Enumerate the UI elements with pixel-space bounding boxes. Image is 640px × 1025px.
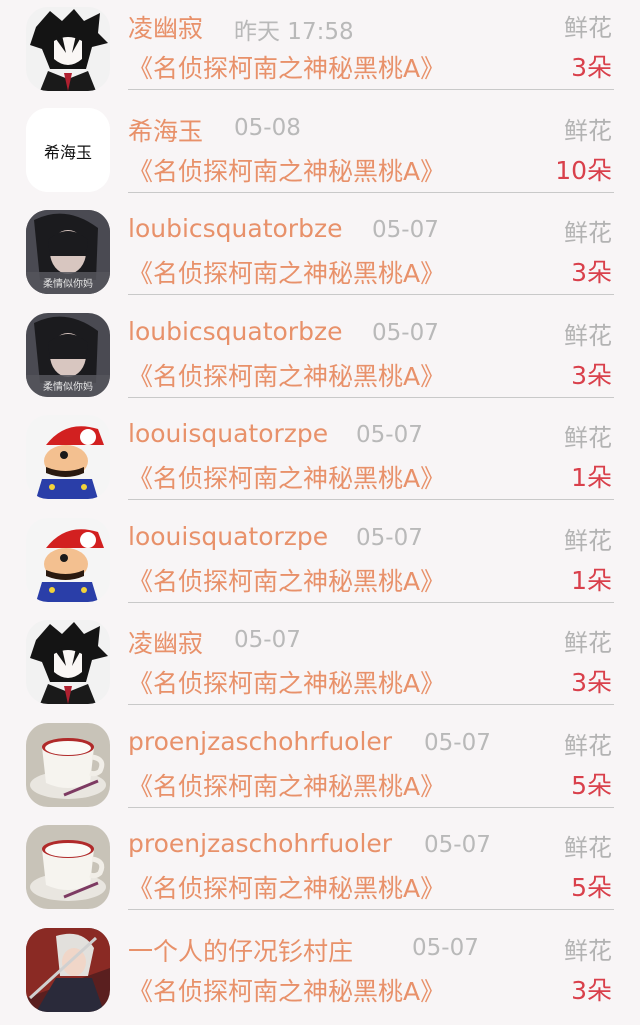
gift-record-row[interactable]: 凌幽寂 05-07 《名侦探柯南之神秘黑桃A》 鲜花 3朵 [0, 615, 640, 718]
gift-count: 3朵 [571, 48, 612, 84]
gift-type-label: 鲜花 [564, 726, 612, 761]
row-divider [128, 499, 614, 500]
avatar-coffee-cup[interactable] [26, 825, 110, 909]
gift-type-label: 鲜花 [564, 8, 612, 43]
row-divider [128, 294, 614, 295]
gift-date: 05-08 [234, 115, 301, 141]
gift-date: 05-07 [234, 627, 301, 653]
gift-record-row[interactable]: 凌幽寂 昨天 17:58 《名侦探柯南之神秘黑桃A》 鲜花 3朵 [0, 0, 640, 103]
svg-text:柔情似你妈: 柔情似你妈 [43, 380, 93, 393]
username[interactable]: loubicsquatorbze [128, 317, 342, 346]
gift-record-row[interactable]: 希海玉 希海玉 05-08 《名侦探柯南之神秘黑桃A》 鲜花 10朵 [0, 103, 640, 206]
gift-type-label: 鲜花 [564, 213, 612, 248]
username[interactable]: 希海玉 [128, 112, 203, 148]
avatar-girl-photo[interactable]: 柔情似你妈 [26, 210, 110, 294]
gift-count: 3朵 [571, 356, 612, 392]
book-title-link[interactable]: 《名侦探柯南之神秘黑桃A》 [128, 254, 445, 290]
gift-record-list: 凌幽寂 昨天 17:58 《名侦探柯南之神秘黑桃A》 鲜花 3朵 希海玉 希海玉… [0, 0, 640, 1017]
row-divider [128, 397, 614, 398]
svg-text:希海玉: 希海玉 [44, 143, 92, 162]
row-divider [128, 909, 614, 910]
avatar-mario[interactable] [26, 415, 110, 499]
gift-type-label: 鲜花 [564, 521, 612, 556]
username[interactable]: loouisquatorzpe [128, 522, 328, 551]
row-divider [128, 192, 614, 193]
gift-type-label: 鲜花 [564, 418, 612, 453]
book-title-link[interactable]: 《名侦探柯南之神秘黑桃A》 [128, 767, 445, 803]
gift-type-label: 鲜花 [564, 316, 612, 351]
username[interactable]: 凌幽寂 [128, 624, 203, 660]
username[interactable]: proenjzaschohrfuoler [128, 727, 392, 756]
avatar-girl-photo[interactable]: 柔情似你妈 [26, 313, 110, 397]
avatar-mario[interactable] [26, 518, 110, 602]
username[interactable]: 一个人的仔况钐村庄 [128, 932, 353, 968]
book-title-link[interactable]: 《名侦探柯南之神秘黑桃A》 [128, 972, 445, 1008]
row-divider [128, 807, 614, 808]
book-title-link[interactable]: 《名侦探柯南之神秘黑桃A》 [128, 357, 445, 393]
gift-count: 3朵 [571, 663, 612, 699]
gift-count: 3朵 [571, 253, 612, 289]
book-title-link[interactable]: 《名侦探柯南之神秘黑桃A》 [128, 562, 445, 598]
gift-count: 1朵 [571, 561, 612, 597]
gift-record-row[interactable]: 一个人的仔况钐村庄 05-07 《名侦探柯南之神秘黑桃A》 鲜花 3朵 [0, 923, 640, 1025]
row-divider [128, 89, 614, 90]
username[interactable]: 凌幽寂 [128, 9, 203, 45]
gift-count: 3朵 [571, 971, 612, 1007]
book-title-link[interactable]: 《名侦探柯南之神秘黑桃A》 [128, 664, 445, 700]
avatar-anime-warrior[interactable] [26, 928, 110, 1012]
gift-date: 05-07 [372, 217, 439, 243]
username[interactable]: loouisquatorzpe [128, 419, 328, 448]
gift-record-row[interactable]: proenjzaschohrfuoler 05-07 《名侦探柯南之神秘黑桃A》… [0, 718, 640, 821]
book-title-link[interactable]: 《名侦探柯南之神秘黑桃A》 [128, 459, 445, 495]
gift-record-row[interactable]: proenjzaschohrfuoler 05-07 《名侦探柯南之神秘黑桃A》… [0, 820, 640, 923]
gift-date: 05-07 [356, 422, 423, 448]
gift-date: 05-07 [424, 832, 491, 858]
gift-count: 5朵 [571, 868, 612, 904]
gift-type-label: 鲜花 [564, 931, 612, 966]
gift-count: 10朵 [555, 151, 612, 187]
gift-record-row[interactable]: loouisquatorzpe 05-07 《名侦探柯南之神秘黑桃A》 鲜花 1… [0, 410, 640, 513]
gift-date: 昨天 17:58 [234, 12, 354, 46]
avatar-calligraphy[interactable]: 希海玉 [26, 108, 110, 192]
book-title-link[interactable]: 《名侦探柯南之神秘黑桃A》 [128, 49, 445, 85]
username[interactable]: proenjzaschohrfuoler [128, 829, 392, 858]
gift-type-label: 鲜花 [564, 623, 612, 658]
row-divider [128, 704, 614, 705]
gift-record-row[interactable]: 柔情似你妈 loubicsquatorbze 05-07 《名侦探柯南之神秘黑桃… [0, 308, 640, 411]
gift-record-row[interactable]: loouisquatorzpe 05-07 《名侦探柯南之神秘黑桃A》 鲜花 1… [0, 513, 640, 616]
gift-count: 1朵 [571, 458, 612, 494]
book-title-link[interactable]: 《名侦探柯南之神秘黑桃A》 [128, 152, 445, 188]
avatar-anime-boy[interactable] [26, 620, 110, 704]
row-divider [128, 602, 614, 603]
gift-date: 05-07 [412, 935, 479, 961]
gift-date: 05-07 [424, 730, 491, 756]
gift-type-label: 鲜花 [564, 111, 612, 146]
gift-count: 5朵 [571, 766, 612, 802]
gift-date: 05-07 [356, 525, 423, 551]
svg-text:柔情似你妈: 柔情似你妈 [43, 277, 93, 290]
avatar-coffee-cup[interactable] [26, 723, 110, 807]
gift-date: 05-07 [372, 320, 439, 346]
gift-type-label: 鲜花 [564, 828, 612, 863]
gift-record-row[interactable]: 柔情似你妈 loubicsquatorbze 05-07 《名侦探柯南之神秘黑桃… [0, 205, 640, 308]
username[interactable]: loubicsquatorbze [128, 214, 342, 243]
avatar-anime-boy[interactable] [26, 7, 110, 91]
book-title-link[interactable]: 《名侦探柯南之神秘黑桃A》 [128, 869, 445, 905]
